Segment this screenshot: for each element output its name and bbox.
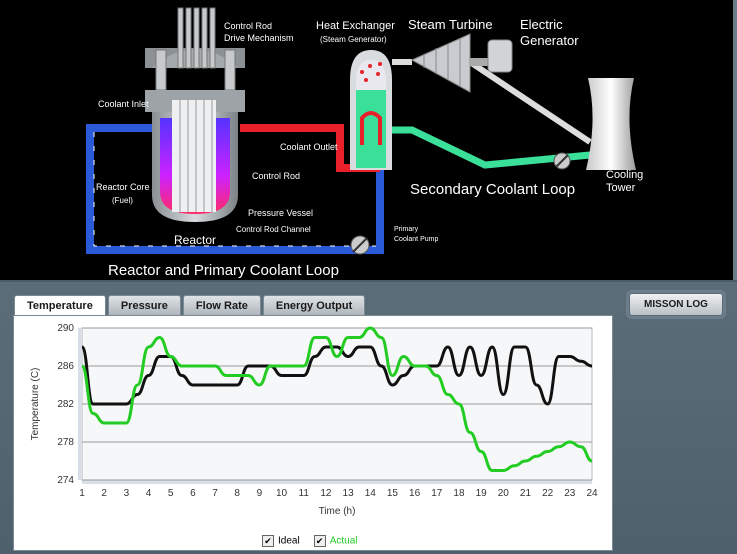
label-pressure-vessel: Pressure Vessel (248, 208, 313, 218)
y-axis-label: Temperature (C) (30, 368, 41, 441)
steam-generator (350, 50, 392, 170)
x-tick-label: 8 (234, 488, 240, 499)
x-tick-label: 5 (168, 488, 174, 499)
x-axis-bar (82, 480, 592, 484)
label-control-rod-drive-1: Control Rod (224, 21, 272, 31)
x-tick-label: 18 (453, 488, 465, 499)
cooling-tower (586, 78, 636, 170)
tab-flow-rate[interactable]: Flow Rate (182, 295, 261, 315)
x-tick-label: 16 (409, 488, 421, 499)
label-coolant-inlet: Coolant Inlet (98, 99, 149, 109)
label-reactor-core-2: (Fuel) (112, 196, 133, 205)
label-heat-exchanger: Heat Exchanger (316, 20, 395, 32)
y-tick-label: 282 (57, 399, 74, 410)
ideal-checkbox[interactable]: ✔ (262, 535, 274, 547)
actual-checkbox[interactable]: ✔ (313, 535, 326, 547)
label-coolant-outlet: Coolant Outlet (280, 142, 338, 152)
x-tick-label: 3 (124, 488, 130, 499)
x-tick-label: 22 (542, 488, 554, 499)
steam-turbine (410, 33, 488, 93)
legend-ideal-label: Ideal (278, 535, 300, 547)
temperature-chart: 274 278 282 286 290 1 2 3 4 5 6 7 8 9 10 11 12 13 14 15 16 17… (13, 315, 613, 551)
label-electric-2: Generator (520, 33, 579, 48)
y-tick-label: 286 (57, 361, 74, 372)
x-tick-label: 13 (343, 488, 355, 499)
x-tick-label: 14 (365, 488, 377, 499)
x-tick-label: 23 (564, 488, 576, 499)
x-tick-label: 21 (520, 488, 532, 499)
label-primary-loop: Reactor and Primary Coolant Loop (108, 262, 339, 279)
x-tick-label: 24 (586, 488, 598, 499)
chart-svg: 2742782822862901 2 3 4 5 6 7 8 9 10 11 12 13 14 15 16 17… (30, 323, 598, 517)
x-tick-label: 11 (299, 488, 310, 499)
tab-pressure[interactable]: Pressure (107, 295, 181, 315)
label-control-rod: Control Rod (252, 171, 300, 181)
label-steam-turbine: Steam Turbine (408, 17, 493, 32)
y-tick-label: 290 (57, 323, 74, 334)
label-secondary-loop: Secondary Coolant Loop (410, 181, 575, 198)
mission-log-button[interactable]: MISSON LOG (629, 293, 723, 316)
label-steam-generator: (Steam Generator) (320, 35, 387, 44)
y-tick-label: 274 (57, 475, 74, 486)
telemetry-panel: Temperature Pressure Flow Rate Energy Ou… (0, 282, 737, 554)
x-tick-label: 17 (431, 488, 443, 499)
label-reactor: Reactor (174, 233, 216, 247)
y-tick-label: 278 (57, 437, 74, 448)
legend-actual-label: Actual (329, 535, 358, 547)
x-tick-label: 9 (257, 488, 263, 499)
label-control-rod-channel: Control Rod Channel (236, 225, 311, 234)
x-tick-label: 4 (146, 488, 152, 499)
x-tick-label: 12 (320, 488, 332, 499)
label-control-rod-drive-2: Drive Mechanism (224, 33, 294, 43)
legend-actual[interactable]: ✔ Actual (313, 535, 358, 547)
chart-legend: ✔ Ideal ✔ Actual (262, 535, 357, 547)
y-axis-bar (78, 328, 82, 480)
label-primary-pump-1: Primary (394, 226, 419, 233)
x-tick-label: 7 (212, 488, 218, 499)
x-tick-label: 6 (190, 488, 196, 499)
x-axis-label: Time (h) (319, 506, 356, 517)
tab-bar: Temperature Pressure Flow Rate Energy Ou… (14, 295, 367, 317)
label-electric-1: Electric (520, 17, 563, 32)
x-tick-label: 15 (387, 488, 399, 499)
x-tick-label: 19 (476, 488, 488, 499)
secondary-coolant-loop (392, 59, 592, 169)
reactor-diagram: Control Rod Drive Mechanism Heat Exchang… (0, 0, 737, 280)
label-reactor-core-1: Reactor Core (96, 182, 150, 192)
x-tick-label: 2 (101, 488, 107, 499)
label-cooling-1: Cooling (606, 169, 643, 181)
label-cooling-2: Tower (606, 182, 636, 194)
x-tick-label: 1 (79, 488, 85, 499)
electric-generator (487, 39, 513, 73)
tab-energy-output[interactable]: Energy Output (262, 295, 366, 315)
tab-temperature[interactable]: Temperature (14, 295, 106, 317)
x-tick-label: 20 (498, 488, 510, 499)
x-tick-label: 10 (276, 488, 288, 499)
label-primary-pump-2: Coolant Pump (394, 236, 438, 243)
legend-ideal[interactable]: ✔ Ideal (262, 535, 300, 547)
